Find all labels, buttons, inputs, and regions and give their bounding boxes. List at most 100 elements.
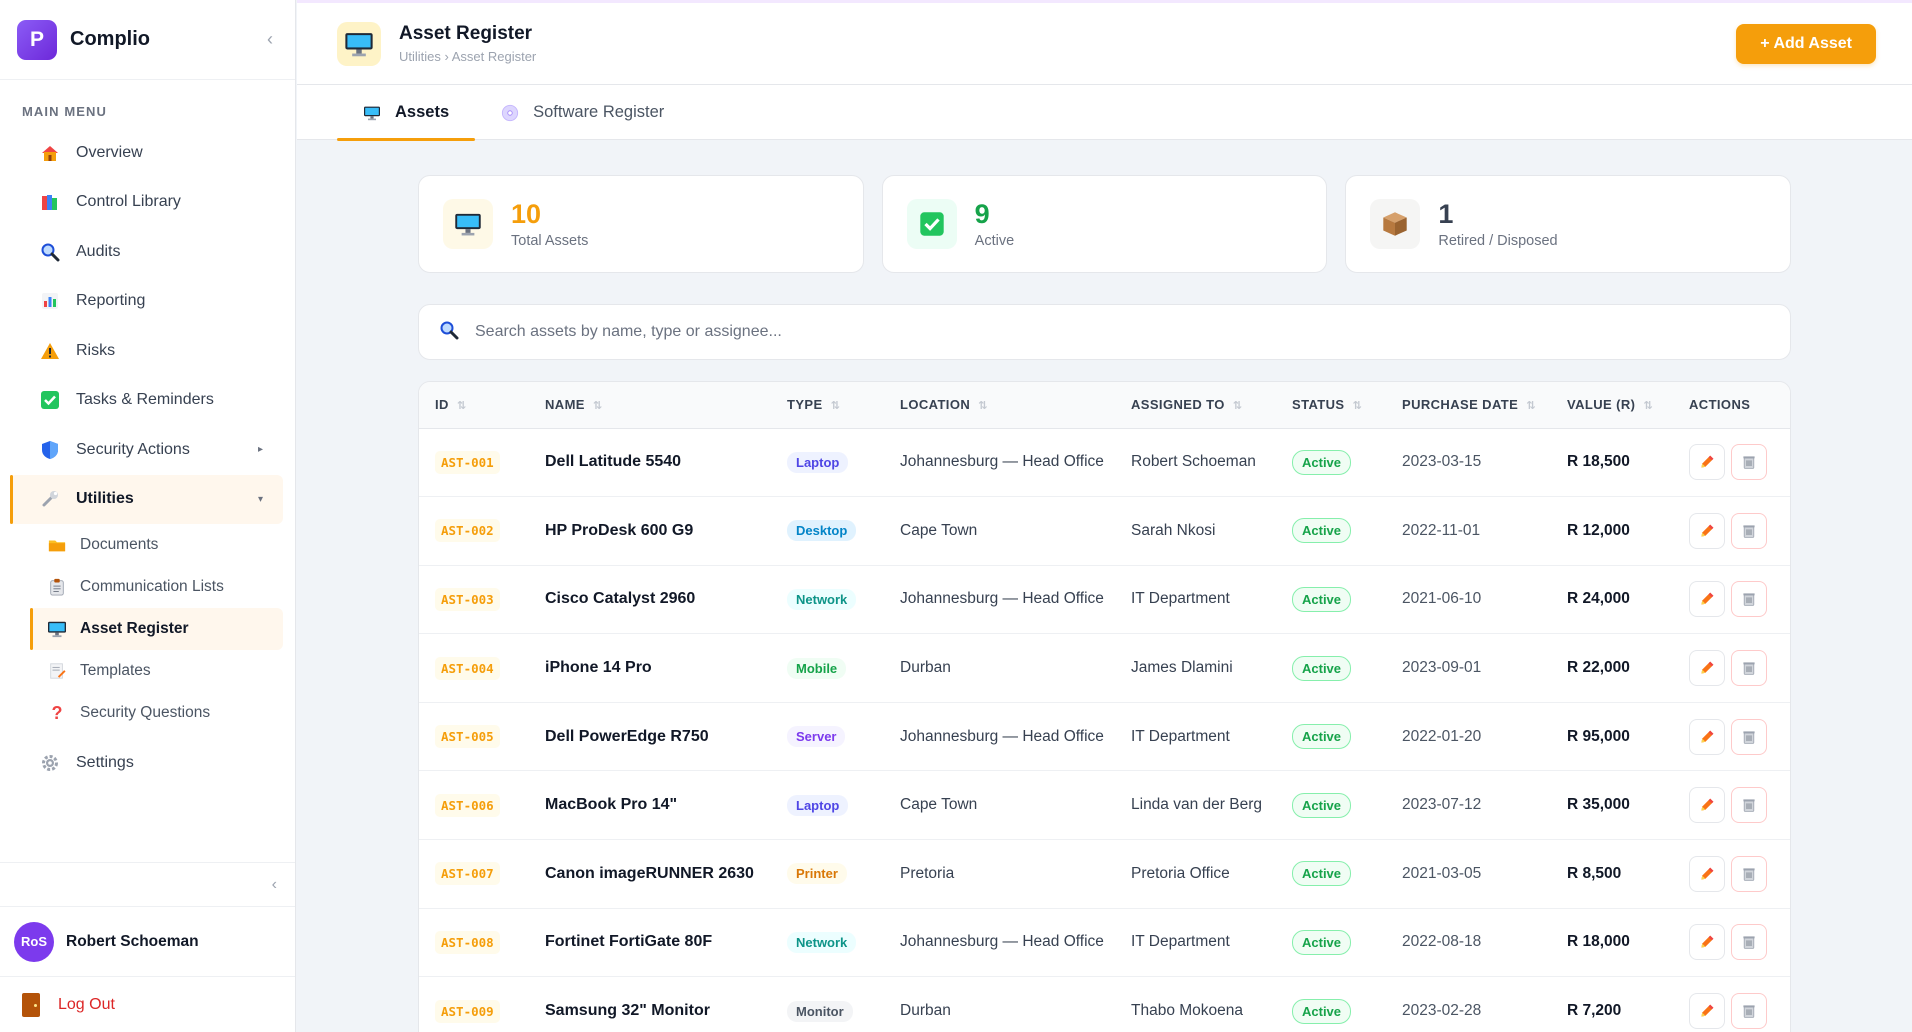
edit-button[interactable] — [1689, 993, 1725, 1030]
column-header-id[interactable]: ID ⇅ — [419, 382, 529, 429]
cell-status: Active — [1276, 428, 1386, 498]
delete-button[interactable] — [1731, 718, 1767, 755]
delete-button[interactable] — [1731, 993, 1767, 1030]
stat-text: 9 Active — [975, 199, 1015, 249]
table-row[interactable]: AST-008 Fortinet FortiGate 80F Network Joha… — [419, 908, 1790, 978]
cell-actions — [1673, 428, 1790, 498]
tab-software-register[interactable]: Software Register — [475, 85, 690, 140]
edit-button[interactable] — [1689, 650, 1725, 687]
sidebar-item-settings[interactable]: Settings — [10, 738, 283, 788]
cell-actions — [1673, 496, 1790, 566]
sidebar-footer: ‹ RoS Robert Schoeman Log Out — [0, 862, 295, 1032]
pencil-icon — [1699, 660, 1715, 676]
sidebar-item-tasks-reminders[interactable]: Tasks & Reminders — [10, 376, 283, 426]
cell-type: Laptop — [771, 428, 884, 498]
stat-text: 1 Retired / Disposed — [1438, 199, 1557, 249]
column-header-purchase-date[interactable]: PURCHASE DATE ⇅ — [1386, 382, 1551, 429]
edit-button[interactable] — [1689, 924, 1725, 961]
status-badge: Active — [1292, 724, 1352, 750]
cell-actions — [1673, 839, 1790, 909]
column-header-type[interactable]: TYPE ⇅ — [771, 382, 884, 429]
sidebar-subitem-templates[interactable]: Templates — [30, 650, 283, 692]
edit-button[interactable] — [1689, 787, 1725, 824]
cell-type: Network — [771, 565, 884, 635]
edit-button[interactable] — [1689, 581, 1725, 618]
cell-type: Printer — [771, 839, 884, 909]
cell-value: R 18,000 — [1551, 908, 1673, 978]
chevron-right-icon: ▸ — [257, 444, 263, 456]
monitor-icon — [363, 105, 381, 121]
type-badge: Monitor — [787, 1000, 853, 1022]
sidebar-item-risks[interactable]: Risks — [10, 326, 283, 376]
cell-purchase-date: 2023-07-12 — [1386, 770, 1551, 841]
collapse-sidebar-icon[interactable]: ‹ — [267, 29, 273, 50]
sidebar-subitem-security-questions[interactable]: ? Security Questions — [30, 692, 283, 734]
monitor-icon — [337, 21, 381, 66]
column-header-location[interactable]: LOCATION ⇅ — [884, 382, 1115, 429]
pencil-icon — [1699, 729, 1715, 745]
tab-bar: Assets Software Register — [297, 85, 1912, 141]
table-row[interactable]: AST-007 Canon imageRUNNER 2630 Printer Pret… — [419, 839, 1790, 909]
table-row[interactable]: AST-004 iPhone 14 Pro Mobile Durban James Dl… — [419, 633, 1790, 703]
delete-button[interactable] — [1731, 444, 1767, 481]
pencil-icon — [1699, 934, 1715, 950]
cell-assigned-to: Robert Schoeman — [1115, 428, 1276, 498]
sidebar-subitem-asset-register[interactable]: Asset Register — [30, 608, 283, 650]
cell-location: Johannesburg — Head Office — [884, 565, 1115, 635]
cell-actions — [1673, 702, 1790, 772]
table-row[interactable]: AST-009 Samsung 32" Monitor Monitor Durban T… — [419, 976, 1790, 1032]
app-logo[interactable]: P — [17, 19, 57, 60]
delete-button[interactable] — [1731, 581, 1767, 618]
delete-button[interactable] — [1731, 650, 1767, 687]
search-input[interactable] — [475, 323, 1770, 341]
stats-row: 10 Total Assets 9 Active 1 Retired / Dis… — [418, 175, 1792, 273]
table-row[interactable]: AST-003 Cisco Catalyst 2960 Network Johanne… — [419, 565, 1790, 635]
sidebar-subitem-communication-lists[interactable]: Communication Lists — [30, 566, 283, 608]
column-header-value[interactable]: VALUE (R) ⇅ — [1551, 382, 1673, 429]
edit-button[interactable] — [1689, 855, 1725, 892]
pencil-icon — [1699, 454, 1715, 470]
sidebar-item-utilities[interactable]: Utilities ▾ — [10, 474, 283, 524]
sidebar-item-overview[interactable]: Overview — [10, 128, 283, 178]
table-row[interactable]: AST-002 HP ProDesk 600 G9 Desktop Cape Town… — [419, 496, 1790, 566]
delete-button[interactable] — [1731, 855, 1767, 892]
delete-button[interactable] — [1731, 924, 1767, 961]
sidebar-item-label: Tasks & Reminders — [76, 391, 214, 409]
user-profile[interactable]: RoS Robert Schoeman — [0, 906, 295, 976]
logout-button[interactable]: Log Out — [0, 976, 295, 1032]
cell-assigned-to: Thabo Mokoena — [1115, 976, 1276, 1032]
cell-type: Server — [771, 702, 884, 772]
table-row[interactable]: AST-001 Dell Latitude 5540 Laptop Johannesb… — [419, 428, 1790, 498]
cell-assigned-to: IT Department — [1115, 702, 1276, 772]
sidebar-subitem-documents[interactable]: Documents — [30, 524, 283, 566]
stat-value: 1 — [1438, 199, 1454, 229]
avatar: RoS — [14, 921, 54, 962]
cell-status: Active — [1276, 770, 1386, 841]
column-header-name[interactable]: NAME ⇅ — [529, 382, 771, 429]
sort-icon: ⇅ — [830, 400, 841, 413]
edit-button[interactable] — [1689, 512, 1725, 549]
column-header-status[interactable]: STATUS ⇅ — [1276, 382, 1386, 429]
sort-icon: ⇅ — [456, 400, 467, 413]
tab-assets[interactable]: Assets — [337, 85, 476, 141]
edit-button[interactable] — [1689, 718, 1725, 755]
cell-purchase-date: 2022-01-20 — [1386, 702, 1551, 772]
delete-button[interactable] — [1731, 512, 1767, 549]
pencil-icon — [1699, 1003, 1715, 1019]
sidebar-subitem-label: Asset Register — [80, 620, 189, 637]
trash-icon — [1741, 934, 1757, 950]
sidebar-item-reporting[interactable]: Reporting — [10, 277, 283, 327]
cell-assigned-to: James Dlamini — [1115, 633, 1276, 703]
sidebar-item-audits[interactable]: Audits — [10, 227, 283, 277]
delete-button[interactable] — [1731, 787, 1767, 824]
sidebar-item-security-actions[interactable]: Security Actions ▸ — [10, 425, 283, 475]
disc-icon — [501, 104, 519, 122]
collapse-sidebar-icon[interactable]: ‹ — [272, 876, 277, 894]
stat-value: 9 — [974, 199, 990, 229]
table-row[interactable]: AST-005 Dell PowerEdge R750 Server Johannes… — [419, 702, 1790, 772]
sidebar-item-control-library[interactable]: Control Library — [10, 178, 283, 228]
table-row[interactable]: AST-006 MacBook Pro 14" Laptop Cape Town Lin… — [419, 770, 1790, 841]
edit-button[interactable] — [1689, 444, 1725, 481]
add-asset-button[interactable]: + Add Asset — [1736, 23, 1876, 64]
column-header-assigned-to[interactable]: ASSIGNED TO ⇅ — [1115, 382, 1276, 429]
